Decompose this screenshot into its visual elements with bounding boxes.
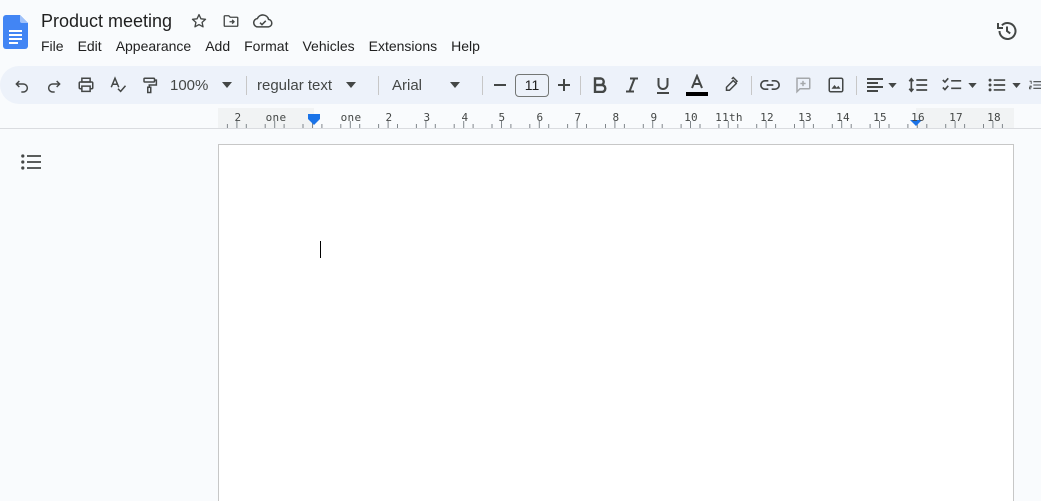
ruler-label: 9 bbox=[650, 111, 658, 124]
checklist-icon[interactable] bbox=[940, 66, 978, 104]
ruler-label: 14 bbox=[836, 111, 850, 124]
toolbar-divider bbox=[482, 76, 483, 95]
italic-icon[interactable] bbox=[622, 66, 642, 104]
style-select[interactable]: regular text bbox=[257, 66, 365, 104]
toolbar-divider bbox=[246, 76, 247, 95]
undo-icon[interactable] bbox=[11, 66, 33, 104]
print-icon[interactable] bbox=[75, 66, 97, 104]
ruler-label: 17 bbox=[949, 111, 963, 124]
ruler-label: 7 bbox=[574, 111, 582, 124]
ruler-label: 8 bbox=[612, 111, 620, 124]
text-cursor bbox=[320, 241, 321, 258]
docs-logo-icon[interactable] bbox=[3, 15, 28, 49]
menu-vehicles[interactable]: Vehicles bbox=[302, 37, 354, 55]
highlight-icon[interactable] bbox=[720, 66, 742, 104]
bulleted-list-icon[interactable] bbox=[984, 66, 1024, 104]
document-page[interactable] bbox=[218, 144, 1014, 501]
document-outline-icon[interactable] bbox=[19, 150, 43, 174]
menu-help[interactable]: Help bbox=[451, 37, 480, 55]
menu-bar: File Edit Appearance Add Format Vehicles… bbox=[41, 37, 494, 55]
docs-app: Product meeting File Edit Appearance Add… bbox=[0, 0, 1041, 501]
numbered-list-icon[interactable] bbox=[1029, 66, 1041, 104]
ruler-label: 5 bbox=[498, 111, 506, 124]
menu-add[interactable]: Add bbox=[205, 37, 230, 55]
toolbar-divider bbox=[580, 76, 581, 95]
title-row: Product meeting bbox=[41, 9, 282, 33]
ruler-label: 2 bbox=[234, 111, 242, 124]
decrease-font-icon[interactable] bbox=[490, 66, 510, 104]
insert-image-icon[interactable] bbox=[825, 66, 847, 104]
spellcheck-icon[interactable] bbox=[107, 66, 129, 104]
document-title[interactable]: Product meeting bbox=[41, 11, 172, 32]
add-comment-icon[interactable] bbox=[792, 66, 814, 104]
menu-appearance[interactable]: Appearance bbox=[116, 37, 192, 55]
toolbar-divider bbox=[856, 76, 857, 95]
bold-icon[interactable] bbox=[590, 66, 610, 104]
ruler-label: 15 bbox=[873, 111, 887, 124]
ruler-label: one bbox=[340, 111, 362, 124]
toolbar-divider bbox=[751, 76, 752, 95]
menu-format[interactable]: Format bbox=[244, 37, 288, 55]
zoom-value: 100% bbox=[170, 76, 209, 94]
font-select[interactable]: Arial bbox=[392, 66, 470, 104]
move-to-folder-icon[interactable] bbox=[218, 9, 244, 33]
ruler-label: 13 bbox=[798, 111, 812, 124]
chevron-down-icon bbox=[967, 82, 977, 88]
line-spacing-icon[interactable] bbox=[906, 66, 930, 104]
chevron-down-icon bbox=[887, 82, 897, 88]
link-icon[interactable] bbox=[759, 66, 781, 104]
redo-icon[interactable] bbox=[43, 66, 65, 104]
ruler-divider bbox=[0, 128, 1041, 129]
ruler-label: 10 bbox=[684, 111, 698, 124]
underline-icon[interactable] bbox=[653, 66, 673, 104]
ruler-label: 18 bbox=[987, 111, 1001, 124]
ruler-label: 12 bbox=[760, 111, 774, 124]
ruler-label: 4 bbox=[461, 111, 469, 124]
menu-edit[interactable]: Edit bbox=[78, 37, 102, 55]
ruler-label: 11th bbox=[715, 111, 743, 124]
star-icon[interactable] bbox=[186, 9, 212, 33]
toolbar-divider bbox=[378, 76, 379, 95]
ruler-label: 16 bbox=[911, 111, 925, 124]
menu-extensions[interactable]: Extensions bbox=[369, 37, 437, 55]
ruler-label: 3 bbox=[423, 111, 431, 124]
ruler-label: 2 bbox=[385, 111, 393, 124]
chevron-down-icon bbox=[1011, 82, 1021, 88]
font-size-input[interactable]: 11 bbox=[515, 74, 549, 97]
zoom-select[interactable]: 100% bbox=[170, 66, 238, 104]
cloud-saved-icon[interactable] bbox=[250, 9, 276, 33]
menu-file[interactable]: File bbox=[41, 37, 64, 55]
paint-format-icon[interactable] bbox=[139, 66, 161, 104]
version-history-icon[interactable] bbox=[993, 17, 1021, 45]
text-color-icon[interactable] bbox=[684, 66, 710, 104]
ruler-label: 6 bbox=[536, 111, 544, 124]
font-value: Arial bbox=[392, 76, 423, 94]
first-line-indent-marker[interactable] bbox=[308, 114, 320, 117]
align-icon[interactable] bbox=[863, 66, 899, 104]
chevron-down-icon bbox=[222, 82, 233, 88]
chevron-down-icon bbox=[346, 82, 357, 88]
increase-font-icon[interactable] bbox=[554, 66, 574, 104]
style-value: regular text bbox=[257, 76, 333, 94]
ruler-label: one bbox=[265, 111, 287, 124]
chevron-down-icon bbox=[450, 82, 461, 88]
